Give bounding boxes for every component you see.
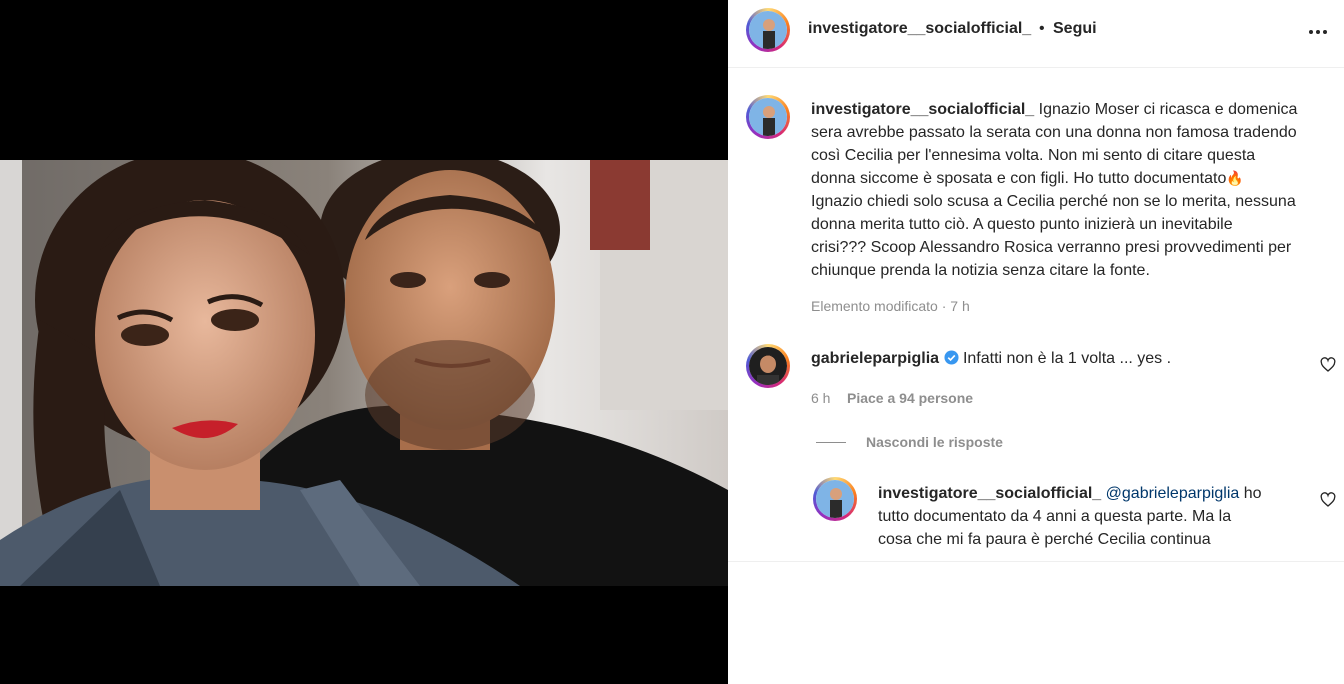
hide-replies-button[interactable]: Nascondi le risposte (866, 434, 1003, 450)
comment-likes[interactable]: Piace a 94 persone (847, 390, 973, 406)
like-heart-icon[interactable] (1320, 357, 1336, 373)
comment-body: gabrieleparpiglia Infatti non è la 1 vol… (811, 347, 1171, 370)
verified-badge-icon (943, 349, 959, 365)
more-horizontal-icon[interactable] (1306, 20, 1330, 44)
post-side-panel: investigatore__socialofficial_ • Segui i… (728, 0, 1344, 684)
caption-meta: Elemento modificato · 7 h (811, 298, 970, 314)
caption-avatar[interactable] (746, 95, 790, 139)
comment-text: Infatti non è la 1 volta ... yes . (962, 350, 1172, 367)
caption-line: donna siccome è sposata e con figli. Ho … (811, 170, 1227, 187)
caption-line: sera avrebbe passato la serata con una d… (811, 124, 1297, 141)
comments-bottom-divider (728, 561, 1344, 562)
caption-username[interactable]: investigatore__socialofficial_ (811, 101, 1034, 118)
reply-body: investigatore__socialofficial_ @gabriele… (878, 482, 1298, 562)
avatar-image (749, 11, 787, 49)
post-header: investigatore__socialofficial_ • Segui (728, 0, 1344, 68)
comment-time[interactable]: 6 h (811, 390, 830, 406)
caption-text: investigatore__socialofficial_ Ignazio M… (811, 98, 1331, 282)
avatar-image (816, 480, 854, 518)
avatar-person-icon (816, 480, 854, 518)
reply-text: ho (1243, 485, 1262, 502)
caption-line: così Cecilia per l'ennesima volta. Non m… (811, 147, 1256, 164)
comment-avatar[interactable] (746, 344, 790, 388)
comment-username[interactable]: gabrieleparpiglia (811, 350, 939, 367)
avatar-person-icon (749, 347, 787, 385)
avatar-person-icon (749, 98, 787, 136)
avatar-image (749, 98, 787, 136)
caption-line: chiunque prenda la notizia senza citare … (811, 262, 1150, 279)
follow-separator: • (1039, 20, 1045, 37)
caption-line: Ignazio Moser ci ricasca e domenica (1038, 101, 1298, 118)
photo-illustration (0, 160, 728, 586)
reply-avatar[interactable] (813, 477, 857, 521)
reply-text: tutto documentato da 4 anni a questa par… (878, 508, 1232, 525)
header-avatar[interactable] (746, 8, 790, 52)
reply-text: cosa che mi fa paura è perché Cecilia co… (878, 531, 1211, 548)
post-media-area (0, 0, 728, 684)
reply-username[interactable]: investigatore__socialofficial_ (878, 485, 1101, 502)
caption-line: Ignazio chiedi solo scusa a Cecilia perc… (811, 193, 1296, 210)
caption-line: crisi??? Scoop Alessandro Rosica verrann… (811, 239, 1292, 256)
header-username[interactable]: investigatore__socialofficial_ (808, 20, 1031, 38)
caption-line: donna merita tutto ciò. A questo punto i… (811, 216, 1233, 233)
avatar-image (749, 347, 787, 385)
reply-mention[interactable]: @gabrieleparpiglia (1106, 485, 1240, 502)
follow-button[interactable]: Segui (1053, 20, 1097, 38)
like-heart-icon[interactable] (1320, 492, 1336, 508)
replies-divider-line (816, 442, 846, 443)
fire-emoji: 🔥 (1226, 170, 1244, 186)
post-photo[interactable] (0, 160, 728, 586)
avatar-person-icon (749, 11, 787, 49)
